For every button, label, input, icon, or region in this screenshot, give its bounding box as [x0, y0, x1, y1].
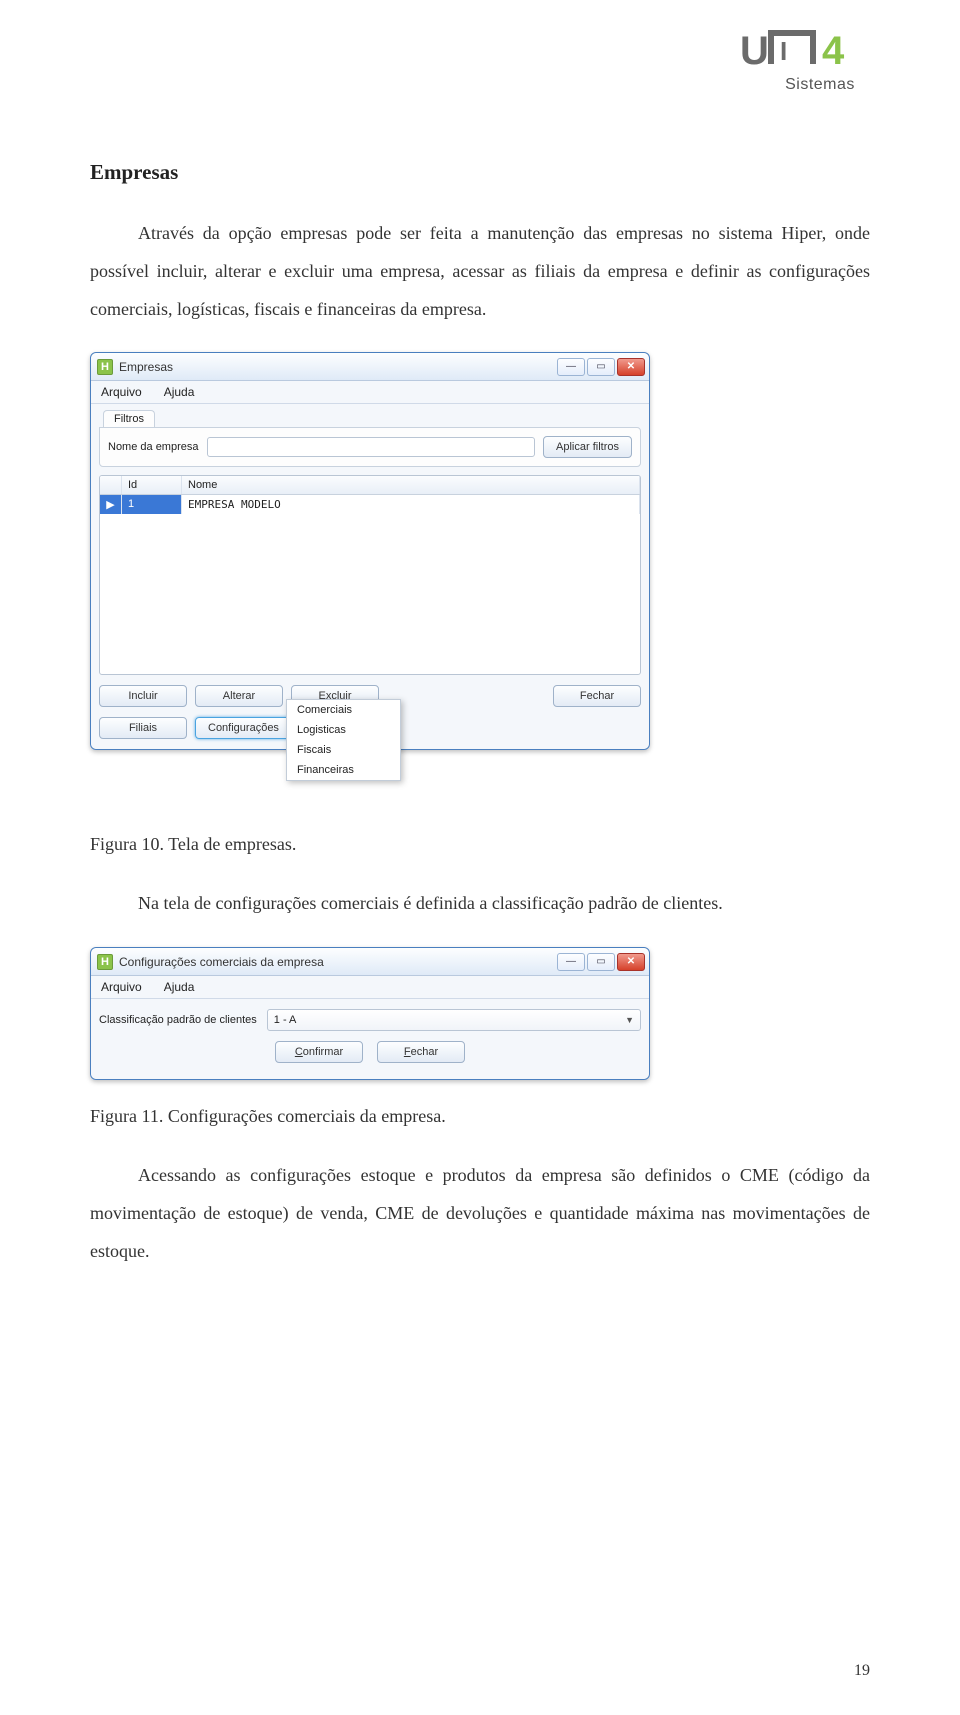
close-button[interactable]: ✕ [617, 953, 645, 971]
figure-caption-10: Figura 10. Tela de empresas. [90, 834, 870, 855]
row-marker-icon: ▶ [100, 495, 122, 514]
menu-ajuda[interactable]: Ajuda [164, 980, 195, 994]
grid-header: Id Nome [100, 476, 640, 495]
configuracoes-button[interactable]: Configurações [195, 717, 292, 739]
table-row[interactable]: ▶ 1 EMPRESA MODELO [100, 495, 640, 514]
menubar: Arquivo Ajuda [91, 381, 649, 404]
svg-text:U: U [740, 30, 769, 73]
menu-arquivo[interactable]: Arquivo [101, 980, 142, 994]
combo-classificacao[interactable]: 1 - A ▼ [267, 1009, 641, 1031]
app-icon: H [97, 954, 113, 970]
fechar-button[interactable]: Fechar [553, 685, 641, 707]
config-popup-menu: Comerciais Logisticas Fiscais Financeira… [286, 699, 401, 781]
window-title: Configurações comerciais da empresa [119, 955, 557, 969]
popup-comerciais[interactable]: Comerciais [287, 700, 400, 720]
cell-nome: EMPRESA MODELO [182, 495, 640, 514]
paragraph-3: Acessando as configurações estoque e pro… [90, 1157, 870, 1270]
paragraph-1: Através da opção empresas pode ser feita… [90, 215, 870, 328]
input-nome-empresa[interactable] [207, 437, 536, 457]
figure-caption-11: Figura 11. Configurações comerciais da e… [90, 1106, 870, 1127]
col-header-nome[interactable]: Nome [182, 476, 640, 494]
menu-arquivo[interactable]: Arquivo [101, 385, 142, 399]
app-icon: H [97, 359, 113, 375]
popup-financeiras[interactable]: Financeiras [287, 760, 400, 780]
tab-filtros[interactable]: Filtros [103, 410, 155, 427]
col-header-id[interactable]: Id [122, 476, 182, 494]
svg-text:I: I [780, 36, 787, 66]
label-nome-empresa: Nome da empresa [108, 441, 199, 453]
menubar: Arquivo Ajuda [91, 976, 649, 999]
cell-id: 1 [122, 495, 182, 514]
window-title: Empresas [119, 360, 557, 374]
label-classificacao: Classificação padrão de clientes [99, 1014, 257, 1026]
empresas-grid[interactable]: Id Nome ▶ 1 EMPRESA MODELO [99, 475, 641, 675]
chevron-down-icon: ▼ [625, 1015, 634, 1025]
brand-logo: U I 4 Sistemas [740, 30, 900, 94]
maximize-button[interactable]: ▭ [587, 953, 615, 971]
menu-ajuda[interactable]: Ajuda [164, 385, 195, 399]
minimize-button[interactable]: — [557, 953, 585, 971]
paragraph-2: Na tela de configurações comerciais é de… [90, 885, 870, 923]
combo-value: 1 - A [274, 1014, 297, 1026]
page-number: 19 [854, 1662, 870, 1680]
minimize-button[interactable]: — [557, 358, 585, 376]
close-button[interactable]: ✕ [617, 358, 645, 376]
filiais-button[interactable]: Filiais [99, 717, 187, 739]
brand-subtext: Sistemas [740, 76, 900, 94]
section-heading: Empresas [90, 160, 870, 185]
incluir-button[interactable]: Incluir [99, 685, 187, 707]
popup-logisticas[interactable]: Logisticas [287, 720, 400, 740]
window-config-comerciais: H Configurações comerciais da empresa — … [90, 947, 650, 1080]
fechar-button[interactable]: Fechar [377, 1041, 465, 1063]
window-empresas: H Empresas — ▭ ✕ Arquivo Ajuda Filtros N… [90, 352, 650, 750]
alterar-button[interactable]: Alterar [195, 685, 283, 707]
filter-panel: Nome da empresa Aplicar filtros [99, 427, 641, 467]
aplicar-filtros-button[interactable]: Aplicar filtros [543, 436, 632, 458]
confirmar-button[interactable]: Confirmar [275, 1041, 363, 1063]
popup-fiscais[interactable]: Fiscais [287, 740, 400, 760]
titlebar: H Empresas — ▭ ✕ [91, 353, 649, 381]
titlebar: H Configurações comerciais da empresa — … [91, 948, 649, 976]
svg-text:4: 4 [822, 30, 845, 73]
maximize-button[interactable]: ▭ [587, 358, 615, 376]
